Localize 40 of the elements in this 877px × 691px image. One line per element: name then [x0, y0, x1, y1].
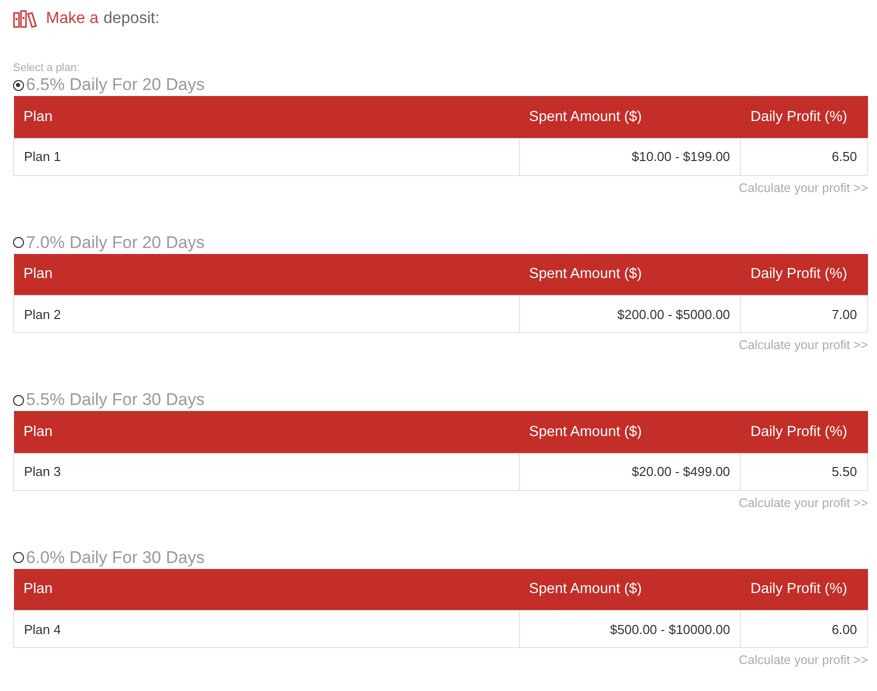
heading-accent: Make a [46, 10, 98, 28]
column-header: Spent Amount ($) [519, 568, 741, 610]
table-cell: 6.00 [740, 610, 868, 648]
column-header: Daily Profit (%) [740, 568, 868, 610]
radio-button[interactable] [13, 394, 24, 406]
table-cell: $200.00 - $5000.00 [519, 296, 741, 332]
calculate-link[interactable]: Calculate your profit >> [738, 653, 868, 667]
table-cell: $10.00 - $199.00 [519, 138, 741, 175]
plan-title: 7.0% Daily For 20 Days [26, 232, 205, 252]
column-header: Plan [14, 411, 520, 453]
column-header: Spent Amount ($) [519, 411, 741, 453]
table-cell: 5.50 [740, 453, 868, 490]
plan-title: 6.5% Daily For 20 Days [26, 75, 205, 95]
table-cell: Plan 4 [14, 610, 520, 648]
table-cell: Plan 2 [14, 296, 520, 332]
plan-title: 6.0% Daily For 30 Days [26, 548, 205, 568]
table-cell: 7.00 [740, 296, 868, 332]
plan-title: 5.5% Daily For 30 Days [26, 390, 205, 410]
column-header: Daily Profit (%) [740, 96, 868, 138]
table-cell: Plan 3 [14, 453, 520, 490]
table-cell: Plan 1 [14, 138, 520, 175]
column-header: Daily Profit (%) [740, 254, 868, 296]
table-cell: $20.00 - $499.00 [519, 453, 741, 490]
calculate-link[interactable]: Calculate your profit >> [738, 180, 868, 194]
heading-text: deposit: [103, 10, 160, 28]
calculate-link[interactable]: Calculate your profit >> [738, 338, 868, 352]
column-header: Plan [14, 254, 520, 296]
column-header: Spent Amount ($) [519, 96, 741, 138]
column-header: Plan [14, 96, 520, 138]
column-header: Spent Amount ($) [519, 254, 741, 296]
radio-button[interactable] [13, 237, 24, 248]
table-cell: 6.50 [740, 138, 868, 175]
select-label: Select a plan: [13, 62, 81, 74]
radio-button[interactable] [13, 552, 24, 563]
column-header: Daily Profit (%) [740, 411, 868, 453]
column-header: Plan [14, 568, 520, 610]
calculate-link[interactable]: Calculate your profit >> [738, 496, 868, 510]
table-cell: $500.00 - $10000.00 [519, 610, 741, 648]
radio-button[interactable] [13, 80, 24, 90]
books-icon [13, 10, 37, 28]
